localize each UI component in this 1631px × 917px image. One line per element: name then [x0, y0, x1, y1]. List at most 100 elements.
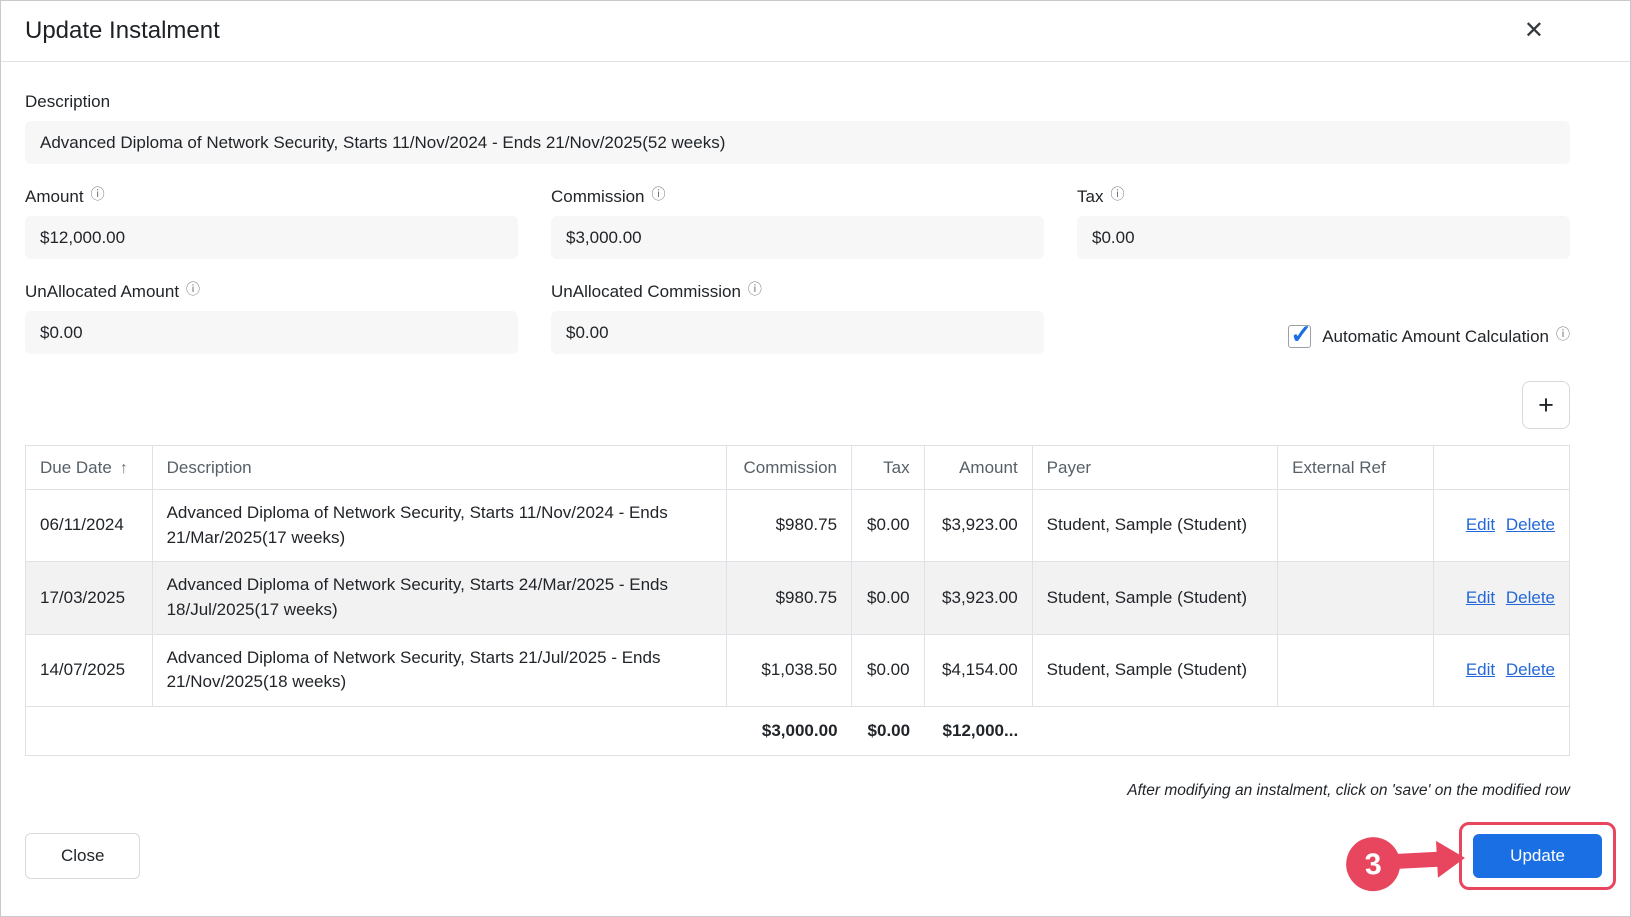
instalments-table: Due Date ↑ Description Commission Tax Amo… [25, 445, 1570, 756]
payer-column-header[interactable]: Payer [1032, 446, 1277, 490]
modal-body: Description Advanced Diploma of Network … [25, 92, 1570, 800]
auto-calc-label-text: Automatic Amount Calculation [1322, 327, 1549, 347]
payer-cell: Student, Sample (Student) [1032, 634, 1277, 706]
unallocated-amount-field: UnAllocated Amount ⓘ $0.00 [25, 282, 518, 358]
tax-input[interactable]: $0.00 [1077, 216, 1570, 259]
delete-link[interactable]: Delete [1506, 660, 1555, 679]
actions-cell: Edit Delete [1434, 562, 1570, 634]
tax-cell: $0.00 [852, 490, 925, 562]
delete-link[interactable]: Delete [1506, 588, 1555, 607]
step-number: 3 [1364, 848, 1382, 882]
page-title: Update Instalment [25, 17, 220, 45]
due-date-cell: 17/03/2025 [26, 562, 153, 634]
total-tax: $0.00 [852, 706, 925, 755]
close-button[interactable]: Close [25, 833, 140, 879]
tax-label: Tax ⓘ [1077, 187, 1570, 207]
edit-link[interactable]: Edit [1466, 660, 1495, 679]
description-cell: Advanced Diploma of Network Security, St… [152, 562, 726, 634]
payer-cell: Student, Sample (Student) [1032, 490, 1277, 562]
description-cell: Advanced Diploma of Network Security, St… [152, 634, 726, 706]
tax-column-header[interactable]: Tax [852, 446, 925, 490]
modal-header: Update Instalment ✕ [1, 1, 1630, 62]
update-button[interactable]: Update [1473, 834, 1602, 878]
edit-link[interactable]: Edit [1466, 515, 1495, 534]
due-date-column-header[interactable]: Due Date ↑ [26, 446, 153, 490]
due-date-cell: 06/11/2024 [26, 490, 153, 562]
tax-cell: $0.00 [852, 562, 925, 634]
amount-column-header[interactable]: Amount [924, 446, 1032, 490]
add-row: + [25, 381, 1570, 429]
info-icon: ⓘ [652, 187, 666, 201]
unallocated-amount-input[interactable]: $0.00 [25, 311, 518, 354]
auto-calc-field: ✓ Automatic Amount Calculation ⓘ [1077, 315, 1570, 358]
description-input[interactable]: Advanced Diploma of Network Security, St… [25, 121, 1570, 164]
unallocated-commission-label: UnAllocated Commission ⓘ [551, 282, 1044, 302]
auto-calc-label: Automatic Amount Calculation ⓘ [1322, 327, 1570, 347]
commission-label-text: Commission [551, 187, 645, 207]
modal-footer: Close 3 Update [25, 822, 1616, 890]
amount-cell: $4,154.00 [924, 634, 1032, 706]
commission-label: Commission ⓘ [551, 187, 1044, 207]
amount-label: Amount ⓘ [25, 187, 518, 207]
amount-cell: $3,923.00 [924, 562, 1032, 634]
table-header-row: Due Date ↑ Description Commission Tax Amo… [26, 446, 1570, 490]
auto-calc-checkbox[interactable]: ✓ [1288, 325, 1311, 348]
commission-column-header[interactable]: Commission [726, 446, 851, 490]
total-commission: $3,000.00 [726, 706, 851, 755]
unallocated-amount-label: UnAllocated Amount ⓘ [25, 282, 518, 302]
info-icon: ⓘ [91, 187, 105, 201]
unallocated-commission-label-text: UnAllocated Commission [551, 282, 741, 302]
totals-spacer [152, 706, 726, 755]
checkmark-icon: ✓ [1290, 319, 1312, 350]
sort-ascending-icon: ↑ [120, 460, 128, 477]
actions-column-header [1434, 446, 1570, 490]
edit-link[interactable]: Edit [1466, 588, 1495, 607]
delete-link[interactable]: Delete [1506, 515, 1555, 534]
totals-row: $3,000.00 $0.00 $12,000... [26, 706, 1570, 755]
commission-input[interactable]: $3,000.00 [551, 216, 1044, 259]
amount-label-text: Amount [25, 187, 84, 207]
table-row: 14/07/2025 Advanced Diploma of Network S… [26, 634, 1570, 706]
table-row: 17/03/2025 Advanced Diploma of Network S… [26, 562, 1570, 634]
commission-cell: $980.75 [726, 562, 851, 634]
external-ref-cell [1278, 634, 1434, 706]
amounts-row: Amount ⓘ $12,000.00 Commission ⓘ $3,000.… [25, 187, 1570, 259]
close-icon[interactable]: ✕ [1524, 19, 1544, 43]
tax-cell: $0.00 [852, 634, 925, 706]
unallocated-amount-label-text: UnAllocated Amount [25, 282, 179, 302]
totals-spacer [26, 706, 153, 755]
unallocated-row: UnAllocated Amount ⓘ $0.00 UnAllocated C… [25, 282, 1570, 358]
description-column-header[interactable]: Description [152, 446, 726, 490]
info-icon: ⓘ [1556, 327, 1570, 341]
external-ref-column-header[interactable]: External Ref [1278, 446, 1434, 490]
info-icon: ⓘ [748, 282, 762, 296]
unallocated-commission-field: UnAllocated Commission ⓘ $0.00 [551, 282, 1044, 358]
commission-cell: $1,038.50 [726, 634, 851, 706]
due-date-cell: 14/07/2025 [26, 634, 153, 706]
step-annotation-arrow-icon: 3 [1343, 816, 1469, 902]
totals-spacer [1434, 706, 1570, 755]
amount-input[interactable]: $12,000.00 [25, 216, 518, 259]
update-button-area: 3 Update [1459, 822, 1616, 890]
amount-cell: $3,923.00 [924, 490, 1032, 562]
annotation-highlight-box: Update [1459, 822, 1616, 890]
description-cell: Advanced Diploma of Network Security, St… [152, 490, 726, 562]
totals-spacer [1278, 706, 1434, 755]
add-instalment-button[interactable]: + [1522, 381, 1570, 429]
unallocated-commission-input[interactable]: $0.00 [551, 311, 1044, 354]
info-icon: ⓘ [186, 282, 200, 296]
tax-label-text: Tax [1077, 187, 1103, 207]
update-instalment-modal: Update Instalment ✕ Description Advanced… [0, 0, 1631, 917]
commission-cell: $980.75 [726, 490, 851, 562]
external-ref-cell [1278, 490, 1434, 562]
amount-field: Amount ⓘ $12,000.00 [25, 187, 518, 259]
payer-cell: Student, Sample (Student) [1032, 562, 1277, 634]
info-icon: ⓘ [1110, 187, 1124, 201]
tax-field: Tax ⓘ $0.00 [1077, 187, 1570, 259]
instalment-note: After modifying an instalment, click on … [25, 782, 1570, 800]
actions-cell: Edit Delete [1434, 490, 1570, 562]
actions-cell: Edit Delete [1434, 634, 1570, 706]
description-label: Description [25, 92, 1570, 112]
due-date-header-text: Due Date [40, 458, 112, 477]
table-row: 06/11/2024 Advanced Diploma of Network S… [26, 490, 1570, 562]
